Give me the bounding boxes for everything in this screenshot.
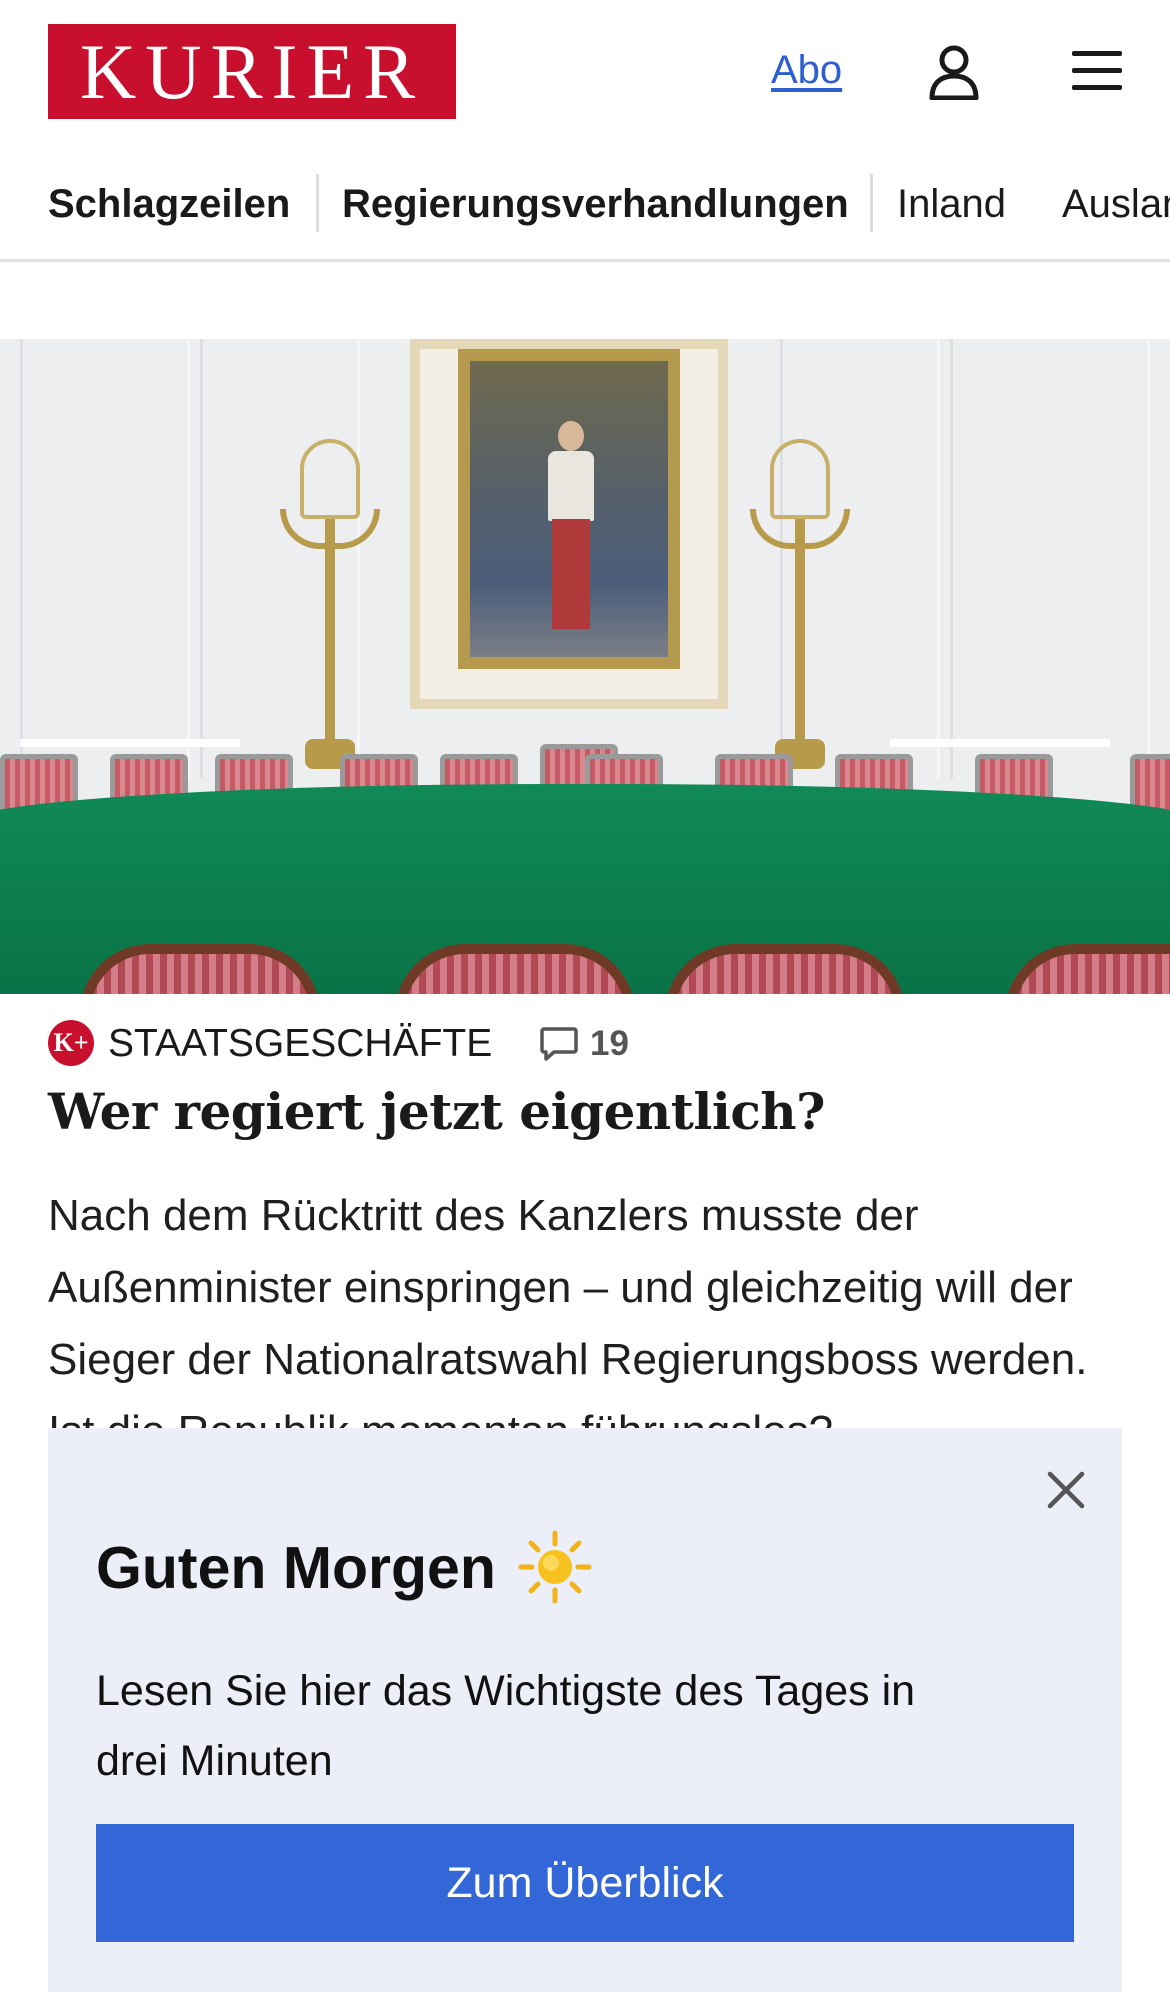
article-hero-image[interactable] — [0, 339, 1170, 994]
overlay-title: Guten Morgen — [96, 1535, 496, 1601]
article-headline[interactable]: Wer regiert jetzt eigentlich? — [48, 1082, 1128, 1141]
sun-icon — [518, 1530, 592, 1604]
page: KURIER Abo Schlagzeilen Regierungsverhan… — [0, 0, 1170, 1992]
nav-item-inland[interactable]: Inland — [897, 182, 1006, 227]
category-nav: Schlagzeilen Regierungsverhandlungen Inl… — [0, 160, 1170, 262]
nav-item-schlagzeilen[interactable]: Schlagzeilen — [48, 182, 290, 227]
kurier-plus-badge: K+ — [48, 1020, 94, 1066]
kurier-logo[interactable]: KURIER — [48, 24, 456, 119]
abo-link[interactable]: Abo — [771, 48, 842, 93]
comment-count[interactable]: 19 — [590, 1024, 629, 1064]
morning-briefing-overlay: Guten Morgen Lesen Sie hier das Wichtigs… — [48, 1428, 1122, 1992]
article-teaser[interactable]: Nach dem Rücktritt des Kanzlers musste d… — [48, 1180, 1128, 1468]
nav-item-ausland[interactable]: Ausland — [1062, 182, 1170, 227]
close-icon[interactable] — [1038, 1462, 1094, 1518]
article-category[interactable]: STAATSGESCHÄFTE — [108, 1022, 492, 1066]
nav-item-regierungsverhandlungen[interactable]: Regierungsverhandlungen — [342, 182, 849, 227]
nav-divider — [316, 174, 319, 232]
nav-divider — [870, 174, 873, 232]
zum-ueberblick-button[interactable]: Zum Überblick — [96, 1824, 1074, 1942]
hamburger-menu-icon[interactable] — [1070, 48, 1124, 94]
site-header: KURIER Abo — [0, 0, 1170, 145]
comment-icon[interactable] — [540, 1026, 578, 1062]
user-icon[interactable] — [928, 44, 980, 100]
overlay-text: Lesen Sie hier das Wichtigste des Tages … — [96, 1667, 916, 1785]
